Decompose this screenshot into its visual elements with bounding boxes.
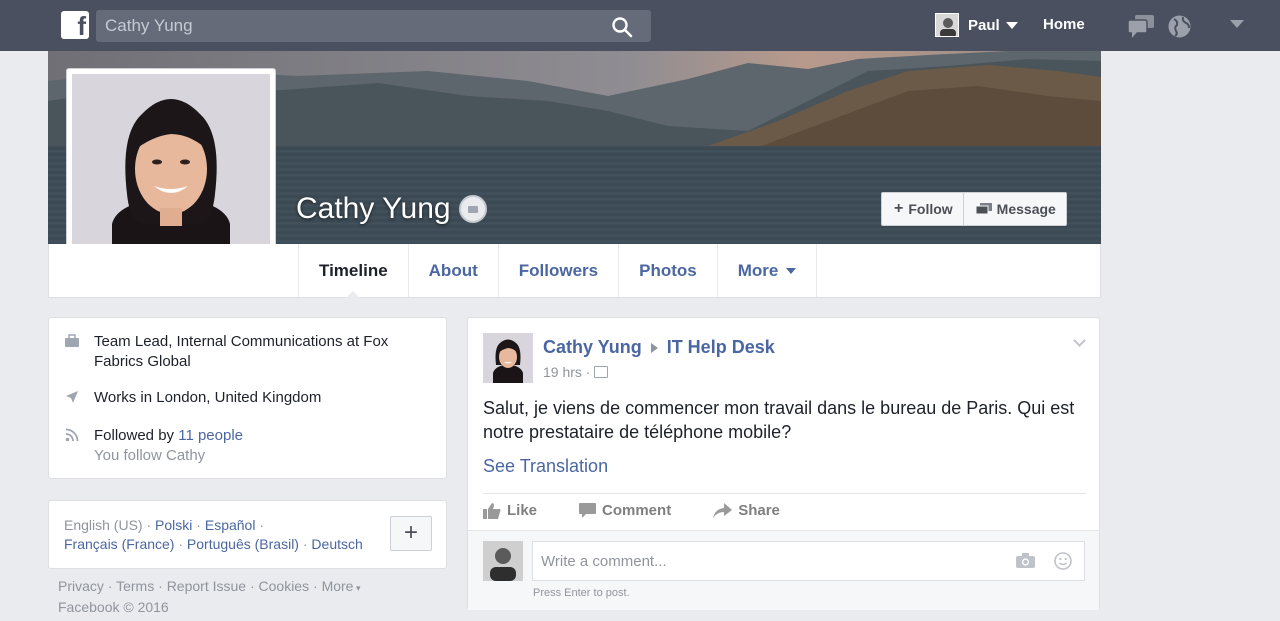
facebook-logo-icon[interactable]: f xyxy=(61,11,89,41)
language-link[interactable]: Polski xyxy=(155,517,192,533)
top-navigation-bar: f Paul Home xyxy=(0,0,1280,51)
message-label: Message xyxy=(996,201,1056,217)
footer-link-report-issue[interactable]: Report Issue xyxy=(167,578,246,594)
footer-link-more[interactable]: More xyxy=(322,578,354,594)
arrow-right-icon xyxy=(650,342,658,353)
divider xyxy=(483,493,1086,494)
user-avatar xyxy=(935,13,959,37)
emoji-smile-icon[interactable] xyxy=(1054,552,1072,570)
briefcase-icon xyxy=(65,334,79,347)
caret-down-icon xyxy=(786,267,797,274)
messages-icon[interactable] xyxy=(1126,14,1156,38)
comment-button[interactable]: Comment xyxy=(579,502,671,519)
follow-label: Follow xyxy=(908,201,953,217)
footer-link-cookies[interactable]: Cookies xyxy=(259,578,310,594)
author-avatar[interactable] xyxy=(483,333,533,383)
notifications-globe-icon[interactable] xyxy=(1167,14,1192,39)
tab-more[interactable]: More xyxy=(716,244,818,297)
post-options-chevron-icon[interactable] xyxy=(1073,334,1086,347)
like-label: Like xyxy=(507,502,538,519)
caret-down-icon: ▾ xyxy=(353,583,361,593)
follow-button[interactable]: + Follow xyxy=(882,193,963,225)
workplace-badge-icon xyxy=(458,195,487,223)
profile-name: Cathy Yung xyxy=(296,192,451,225)
tab-label: About xyxy=(428,260,478,280)
followed-by-text: Followed by xyxy=(94,427,175,444)
audience-icon[interactable] xyxy=(594,366,609,378)
language-link[interactable]: Português (Brasil) xyxy=(187,536,299,552)
comment-section: Press Enter to post. xyxy=(468,530,1099,610)
tab-label: Timeline xyxy=(319,260,388,280)
work-row: Team Lead, Internal Communications at Fo… xyxy=(65,332,388,372)
tab-about[interactable]: About xyxy=(407,244,498,297)
language-link[interactable]: Español xyxy=(205,517,256,533)
tab-label: More xyxy=(737,260,779,280)
thumbs-up-icon xyxy=(483,502,501,519)
home-link[interactable]: Home xyxy=(1043,16,1085,33)
post-text: Salut, je viens de commencer mon travail… xyxy=(483,396,1083,444)
work-line-1: Team Lead, Internal Communications at Fo… xyxy=(94,333,389,350)
post-text-line: Salut, je viens de commencer mon travail… xyxy=(483,398,1075,418)
footer-link-privacy[interactable]: Privacy xyxy=(58,578,104,594)
share-button[interactable]: Share xyxy=(713,502,780,519)
group-name-link[interactable]: IT Help Desk xyxy=(667,337,775,358)
post-text-line: notre prestataire de téléphone mobile? xyxy=(483,422,792,442)
current-user-avatar xyxy=(483,541,523,581)
followers-count-link[interactable]: 11 people xyxy=(178,427,243,444)
tab-label: Photos xyxy=(639,260,697,280)
location-text: Works in London, United Kingdom xyxy=(94,389,322,406)
author-name-link[interactable]: Cathy Yung xyxy=(543,337,642,358)
tab-photos[interactable]: Photos xyxy=(618,244,717,297)
camera-icon[interactable] xyxy=(1016,553,1035,568)
message-button[interactable]: Message xyxy=(962,193,1066,225)
message-icon xyxy=(975,202,992,214)
post-actions: Like Comment Share xyxy=(483,502,822,519)
you-follow-text: You follow Cathy xyxy=(94,447,206,464)
add-language-button[interactable]: + xyxy=(390,516,432,551)
language-link[interactable]: Français (France) xyxy=(64,536,174,552)
profile-name-heading: Cathy Yung xyxy=(296,192,487,226)
tab-label: Followers xyxy=(518,260,599,280)
share-arrow-icon xyxy=(713,503,733,518)
intro-card: Team Lead, Internal Communications at Fo… xyxy=(48,317,447,479)
current-language: English (US) xyxy=(64,517,143,533)
plus-icon: + xyxy=(894,200,904,217)
cover-action-buttons: + Follow Message xyxy=(881,192,1067,226)
comment-label: Comment xyxy=(602,502,672,519)
like-button[interactable]: Like xyxy=(483,502,537,519)
comment-input[interactable] xyxy=(532,541,1085,581)
user-name: Paul xyxy=(968,16,1000,34)
work-line-2: Fabrics Global xyxy=(94,353,191,370)
post-card: Cathy Yung IT Help Desk 19 hrs · Salut, … xyxy=(467,317,1100,610)
comment-hint: Press Enter to post. xyxy=(533,587,630,599)
share-label: Share xyxy=(738,502,780,519)
copyright: Facebook © 2016 xyxy=(58,599,169,615)
profile-photo xyxy=(72,74,270,271)
location-row: Works in London, United Kingdom xyxy=(65,388,321,408)
comment-bubble-icon xyxy=(579,503,597,518)
search-icon[interactable] xyxy=(611,16,633,38)
footer-links: Privacy · Terms · Report Issue · Cookies… xyxy=(58,578,361,615)
caret-down-icon[interactable] xyxy=(1005,21,1018,29)
followers-row: Followed by 11 people You follow Cathy xyxy=(65,426,243,466)
tab-followers[interactable]: Followers xyxy=(497,244,618,297)
see-translation-link[interactable]: See Translation xyxy=(483,456,608,477)
logo-letter: f xyxy=(77,11,86,41)
location-arrow-icon xyxy=(66,391,78,403)
search-bar xyxy=(96,10,651,42)
post-header: Cathy Yung IT Help Desk xyxy=(543,337,775,358)
search-input[interactable] xyxy=(96,10,596,42)
user-profile-link[interactable]: Paul xyxy=(935,13,1018,37)
post-meta: 19 hrs · xyxy=(543,364,609,380)
post-timestamp[interactable]: 19 hrs xyxy=(543,364,582,380)
profile-tab-bar: Timeline About Followers Photos More xyxy=(48,244,1101,298)
tab-timeline[interactable]: Timeline xyxy=(298,244,408,298)
footer-link-terms[interactable]: Terms xyxy=(116,578,154,594)
language-card: English (US) · Polski · Español · França… xyxy=(48,500,447,569)
rss-icon xyxy=(65,428,79,442)
language-link[interactable]: Deutsch xyxy=(311,536,362,552)
account-menu-caret-icon[interactable] xyxy=(1230,20,1244,28)
